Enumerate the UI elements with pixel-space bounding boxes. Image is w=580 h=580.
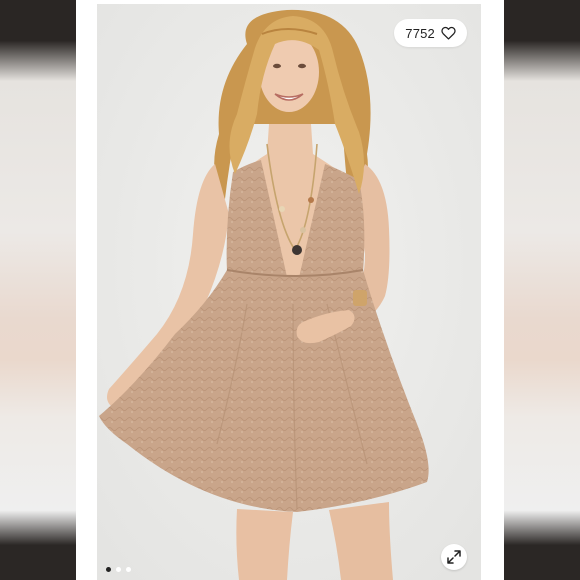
carousel-dot-1[interactable] <box>106 567 111 572</box>
carousel-indicator <box>106 567 131 572</box>
blurred-backdrop-left <box>0 0 76 580</box>
heart-icon <box>441 26 456 40</box>
product-photo[interactable]: 7752 <box>97 4 481 580</box>
like-count: 7752 <box>405 25 435 41</box>
carousel-dot-2[interactable] <box>116 567 121 572</box>
like-button[interactable]: 7752 <box>394 19 467 47</box>
expand-arrows-icon <box>447 550 461 564</box>
carousel-dot-3[interactable] <box>126 567 131 572</box>
blurred-backdrop-right <box>504 0 580 580</box>
product-image-card: 7752 <box>76 0 504 580</box>
model-in-dress-illustration <box>97 4 481 580</box>
expand-image-button[interactable] <box>441 544 467 570</box>
